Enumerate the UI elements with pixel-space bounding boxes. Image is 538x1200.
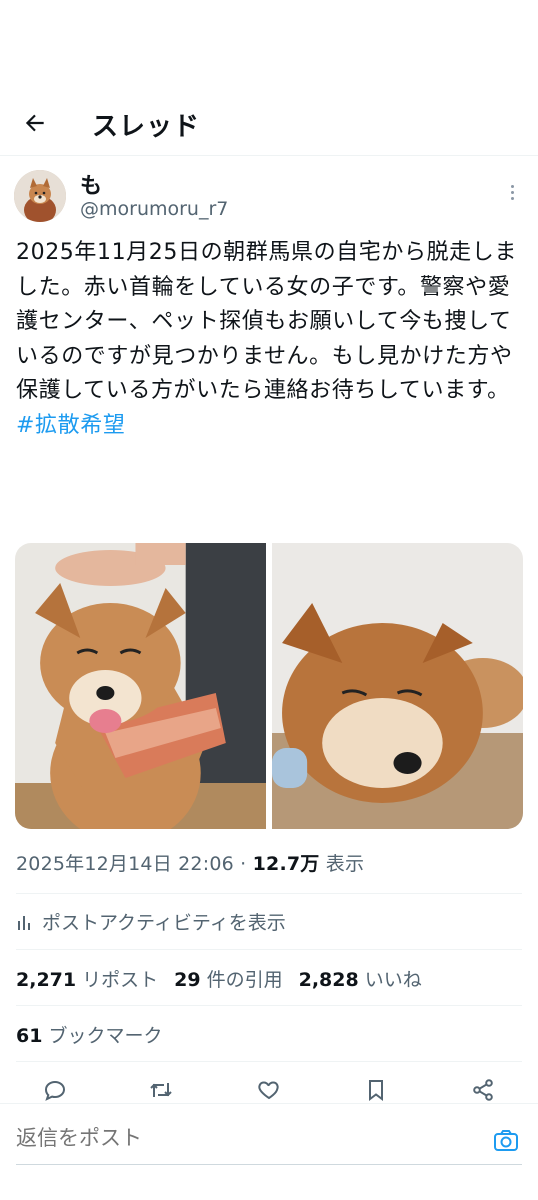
bookmarks-stat[interactable]: 61 ブックマーク: [16, 1021, 162, 1048]
page-title: スレッド: [92, 112, 201, 142]
user-handle[interactable]: @morumoru_r7: [80, 198, 228, 220]
camera-button[interactable]: [492, 1126, 520, 1154]
quotes-label: 件の引用: [206, 969, 283, 991]
post-meta: 2025年12月14日 22:06 · 12.7万 表示: [16, 849, 364, 876]
quotes-count: 29: [174, 969, 201, 991]
post-datetime[interactable]: 2025年12月14日 22:06: [16, 853, 234, 875]
camera-icon: [494, 1130, 518, 1151]
photo-1[interactable]: [15, 543, 266, 829]
reply-underline: [16, 1164, 522, 1165]
divider: [16, 1061, 522, 1062]
share-icon: [473, 1079, 493, 1101]
divider: [16, 949, 522, 950]
reposts-label: リポスト: [82, 969, 159, 991]
display-name[interactable]: も: [80, 168, 102, 200]
bookmark-icon: [369, 1080, 383, 1101]
reply-bar: [0, 1103, 538, 1200]
post-author: も @morumoru_r7: [14, 168, 524, 228]
quotes-stat[interactable]: 29 件の引用: [174, 965, 282, 992]
post-media: [15, 543, 523, 829]
post-activity-link[interactable]: ポストアクティビティを表示: [16, 908, 286, 935]
hashtag-link[interactable]: #拡散希望: [16, 413, 125, 438]
more-options-button[interactable]: [500, 180, 524, 204]
more-dots-icon: [510, 184, 514, 188]
likes-count: 2,828: [298, 969, 359, 991]
views-label: 表示: [319, 853, 365, 875]
meta-separator: ·: [233, 853, 253, 875]
reply-icon: [44, 1080, 66, 1101]
arrow-left-icon: [25, 114, 44, 132]
bookmarks-label: ブックマーク: [48, 1025, 163, 1047]
top-bar: スレッド: [0, 90, 538, 156]
analytics-icon: [18, 915, 30, 930]
reply-input[interactable]: [16, 1126, 466, 1150]
divider: [16, 893, 522, 894]
post-body: 2025年11月25日の朝群馬県の自宅から脱走しました。赤い首輪をしている女の子…: [16, 240, 517, 403]
activity-label: ポストアクティビティを表示: [42, 912, 286, 934]
view-count: 12.7万: [252, 853, 320, 875]
post-text: 2025年11月25日の朝群馬県の自宅から脱走しました。赤い首輪をしている女の子…: [16, 236, 526, 443]
post-stats: 2,271 リポスト 29 件の引用 2,828 いいね: [16, 965, 422, 992]
photo-2[interactable]: [272, 543, 523, 829]
reposts-stat[interactable]: 2,271 リポスト: [16, 965, 158, 992]
back-button[interactable]: [18, 106, 52, 140]
reposts-count: 2,271: [16, 969, 77, 991]
likes-label: いいね: [364, 969, 422, 991]
avatar[interactable]: [14, 170, 66, 222]
repost-icon: [150, 1083, 172, 1097]
bookmarks-count: 61: [16, 1025, 43, 1047]
divider: [16, 1005, 522, 1006]
like-icon: [258, 1081, 279, 1100]
likes-stat[interactable]: 2,828 いいね: [299, 965, 422, 992]
